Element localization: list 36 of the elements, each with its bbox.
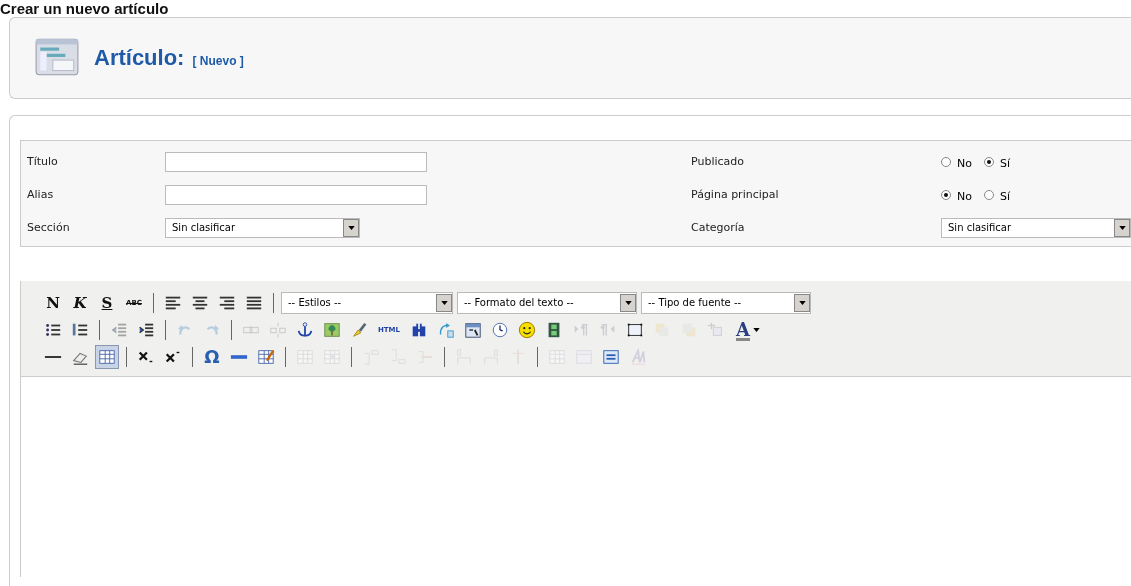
radio-button[interactable]: [941, 156, 951, 167]
page-heading: Crear un nuevo artículo: [0, 0, 170, 17]
underline-button[interactable]: S: [95, 290, 119, 315]
bold-button[interactable]: N: [41, 290, 65, 315]
radio-label: Sí: [999, 190, 1010, 203]
caret-icon: [440, 300, 448, 305]
toolbar-dropdown[interactable]: -- Formato del texto --: [457, 291, 637, 314]
field-label: Alias: [27, 188, 55, 201]
radio-label: Sí: [999, 157, 1010, 170]
toolbar-dropdown[interactable]: -- Estilos --: [281, 291, 453, 314]
font-color-button[interactable]: A: [731, 317, 765, 342]
radio-button[interactable]: [983, 156, 994, 167]
page-title: Artículo:: [94, 45, 185, 71]
caret-icon: [798, 300, 806, 305]
radio-label: No: [957, 157, 972, 170]
toolbar-dropdown[interactable]: -- Tipo de fuente --: [641, 291, 811, 314]
special-character-button[interactable]: Ω: [200, 344, 224, 369]
caret-icon: [1118, 225, 1126, 230]
dropdown[interactable]: Sin clasificar: [941, 217, 1131, 238]
dropdown[interactable]: Sin clasificar: [165, 217, 360, 238]
caret-icon: [624, 300, 632, 305]
text-field[interactable]: [165, 151, 427, 172]
radio-button[interactable]: [941, 189, 951, 200]
text-field[interactable]: [165, 184, 427, 205]
field-label: Categoría: [691, 221, 746, 234]
caret-icon: [347, 225, 355, 230]
radio-button[interactable]: [983, 189, 994, 200]
italic-button[interactable]: K: [68, 290, 92, 315]
caret-icon: [753, 327, 760, 332]
radio-label: No: [957, 190, 972, 203]
field-label: Sección: [27, 221, 71, 234]
field-label: Página principal: [691, 188, 780, 201]
table-icon[interactable]: [95, 344, 119, 369]
field-label: Título: [27, 155, 59, 168]
article-status: [ Nuevo ]: [192, 54, 244, 68]
field-label: Publicado: [691, 155, 745, 168]
